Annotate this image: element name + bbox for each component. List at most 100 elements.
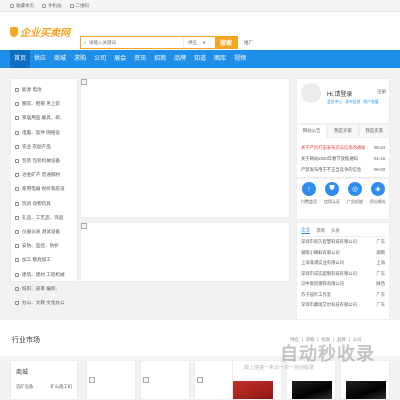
office-icon bbox=[15, 300, 19, 305]
sidebar-item[interactable]: 加工 模具加工 bbox=[15, 253, 73, 267]
broken-image-icon bbox=[89, 377, 95, 383]
list-item[interactable]: 汉中商贸钢铁有限公司 陕西 bbox=[301, 279, 385, 290]
search-type-select[interactable]: 供应 ▾ bbox=[183, 37, 215, 48]
textile-icon bbox=[15, 286, 19, 291]
login-link[interactable]: Hi,请登录 bbox=[327, 89, 352, 98]
ad-label: 推广 bbox=[244, 40, 253, 46]
bookmark-link[interactable]: 收藏本页 bbox=[10, 3, 34, 9]
nav-item-brand[interactable]: 品牌 bbox=[170, 50, 190, 68]
user-links: 会员中心 发布信息 账户充值 bbox=[327, 100, 379, 105]
sidebar-item[interactable]: 农业 农副产品 bbox=[15, 140, 73, 154]
tab-seller[interactable]: 我是卖家 bbox=[358, 124, 390, 138]
nav-item-home[interactable]: 首页 bbox=[10, 50, 31, 68]
list-item[interactable]: 深圳市权久智慧科技有限公司 广东 bbox=[301, 237, 385, 248]
nav-item-news[interactable]: 资讯 bbox=[130, 50, 150, 68]
sidebar-item[interactable]: 电脑、软件 网络设 bbox=[15, 126, 73, 140]
sidebar-item[interactable]: 礼品、工艺品、饰品 bbox=[15, 211, 73, 225]
broken-image-icon bbox=[143, 377, 149, 383]
category-sidebar: 能源 电池 服装、鞋帽 男上装 家居用品 餐具、碗、 电脑、软件 网络设 农业 … bbox=[10, 78, 78, 305]
register-link[interactable]: 注册 bbox=[377, 89, 386, 95]
sidebar-item[interactable]: 仪器仪表 测试设备 bbox=[15, 225, 73, 239]
security-icon bbox=[15, 244, 19, 249]
nav-item-mall[interactable]: 商城 bbox=[50, 50, 70, 68]
nav-item-gallery[interactable]: 图库 bbox=[210, 50, 230, 68]
tool-ads[interactable]: ◎ 广告投放 bbox=[345, 182, 365, 205]
nav-item-company[interactable]: 公司 bbox=[90, 50, 110, 68]
market-tabs: 供应 | 求购 | 招商 | 品牌 | 公司 bbox=[290, 337, 362, 343]
product-card[interactable] bbox=[86, 360, 136, 400]
product-image bbox=[233, 381, 273, 399]
list-item[interactable]: 关于严厉打击发布违法信息的通知 06-24 bbox=[301, 142, 385, 153]
product-card[interactable] bbox=[232, 360, 282, 400]
sidebar-item[interactable]: 冶金矿产 普通钢材 bbox=[15, 168, 73, 182]
tool-points[interactable]: ◈ 积分换礼 bbox=[368, 182, 388, 205]
sidebar-item[interactable]: 建筑、建材 工程机械 bbox=[15, 267, 73, 281]
metallurgy-icon bbox=[15, 173, 19, 178]
sub-banner[interactable] bbox=[80, 222, 290, 282]
sidebar-item[interactable]: 玩具 动物玩具 bbox=[15, 197, 73, 211]
tool-vip[interactable]: ↑ 付费会员 bbox=[299, 182, 319, 205]
recharge-link[interactable]: 账户充值 bbox=[363, 100, 378, 105]
tool-credit[interactable]: ⛊ 信用认证 bbox=[322, 182, 342, 205]
mobile-site-link[interactable]: 手机站 bbox=[42, 3, 62, 9]
product-card[interactable] bbox=[340, 360, 390, 400]
sidebar-item[interactable]: 办公、文教 文化办公 bbox=[15, 296, 73, 310]
appliance-icon bbox=[15, 187, 19, 192]
tab-headline[interactable]: 头条 bbox=[331, 228, 340, 234]
qrcode-link[interactable]: 二维码 bbox=[69, 3, 89, 9]
nav-item-invest[interactable]: 招商 bbox=[150, 50, 170, 68]
market-category: 商城 选矿设备 矿山施工机 bbox=[10, 360, 78, 400]
tab-company[interactable]: 企业 bbox=[301, 227, 310, 234]
sidebar-item[interactable]: 家用电器 视听家庭设 bbox=[15, 182, 73, 196]
product-card[interactable] bbox=[140, 360, 190, 400]
gift-icon: ◈ bbox=[371, 182, 385, 196]
nav-item-video[interactable]: 视频 bbox=[230, 50, 250, 68]
broken-image-icon bbox=[197, 377, 203, 383]
instrument-icon bbox=[15, 229, 19, 234]
nav-item-know[interactable]: 知道 bbox=[190, 50, 210, 68]
nav-item-exhibition[interactable]: 展会 bbox=[110, 50, 130, 68]
building-icon bbox=[15, 272, 19, 277]
tab-company[interactable]: 公司 bbox=[353, 337, 362, 343]
list-item[interactable]: 苏子园针工作室 广东 bbox=[301, 290, 385, 301]
sidebar-item[interactable]: 能源 电池 bbox=[15, 83, 73, 97]
category-link[interactable]: 矿山施工机 bbox=[51, 384, 72, 390]
nav-items: 首页 供应 商城 求购 公司 展会 资讯 招商 品牌 知道 图库 视频 bbox=[10, 50, 250, 68]
tab-buy[interactable]: 求购 bbox=[316, 228, 325, 234]
nav-item-supply[interactable]: 供应 bbox=[30, 50, 50, 68]
list-item[interactable]: 关于网站2020年春节放假通知 01-16 bbox=[301, 153, 385, 164]
site-logo[interactable]: 企业买卖网 bbox=[10, 24, 70, 39]
sidebar-item[interactable]: 家居用品 餐具、碗、 bbox=[15, 111, 73, 125]
product-card[interactable] bbox=[286, 360, 336, 400]
logo-text: 企业买卖网 bbox=[20, 28, 70, 39]
member-center-link[interactable]: 会员中心 bbox=[327, 100, 342, 105]
sidebar-item[interactable]: 包装 包装机械设备 bbox=[15, 154, 73, 168]
category-link[interactable]: 选矿设备 bbox=[16, 384, 33, 390]
agriculture-icon bbox=[15, 144, 19, 149]
tab-brand[interactable]: 品牌 bbox=[337, 337, 346, 343]
list-item[interactable]: 深圳市成实超制科技有限公司 广东 bbox=[301, 269, 385, 280]
search-button[interactable]: 搜索 bbox=[215, 37, 237, 48]
sidebar-item[interactable]: 服装、鞋帽 男上装 bbox=[15, 97, 73, 111]
sidebar-item[interactable]: 安防、监控、防护 bbox=[15, 239, 73, 253]
list-item[interactable]: 湖南小蝌蚪有限公司 湖南 bbox=[301, 248, 385, 259]
list-item[interactable]: 严禁发布用于不正当竞争的信息 06-03 bbox=[301, 164, 385, 175]
tab-buyer[interactable]: 我是买家 bbox=[327, 124, 359, 138]
list-item[interactable]: 上海渝溥实业有限公司 上海 bbox=[301, 258, 385, 269]
announcement-list: 关于严厉打击发布违法信息的通知 06-24 关于网站2020年春节放假通知 01-1… bbox=[296, 138, 390, 178]
publish-info-link[interactable]: 发布信息 bbox=[345, 100, 360, 105]
list-item[interactable]: 深圳市康瑞艾尔科技有限公司 广东 bbox=[301, 300, 385, 311]
category-heading[interactable]: 商城 bbox=[16, 367, 72, 376]
search-input[interactable] bbox=[89, 37, 183, 48]
sidebar-item[interactable]: 纺织、皮革 编织、 bbox=[15, 282, 73, 296]
top-utility-bar: 收藏本页 手机站 二维码 bbox=[0, 0, 400, 12]
shield-icon: ⛊ bbox=[325, 182, 339, 196]
search-box: ⌕ 供应 ▾ 搜索 bbox=[80, 36, 238, 49]
tab-buy[interactable]: 求购 bbox=[306, 337, 315, 343]
service-tools: ↑ 付费会员 ⛊ 信用认证 ◎ 广告投放 ◈ 积分换礼 bbox=[296, 178, 390, 220]
tab-invest[interactable]: 招商 bbox=[321, 337, 330, 343]
tab-announcement[interactable]: 网站公告 bbox=[296, 124, 328, 138]
nav-item-buy[interactable]: 求购 bbox=[70, 50, 90, 68]
tab-supply[interactable]: 供应 bbox=[290, 337, 299, 343]
main-banner[interactable] bbox=[80, 78, 290, 218]
